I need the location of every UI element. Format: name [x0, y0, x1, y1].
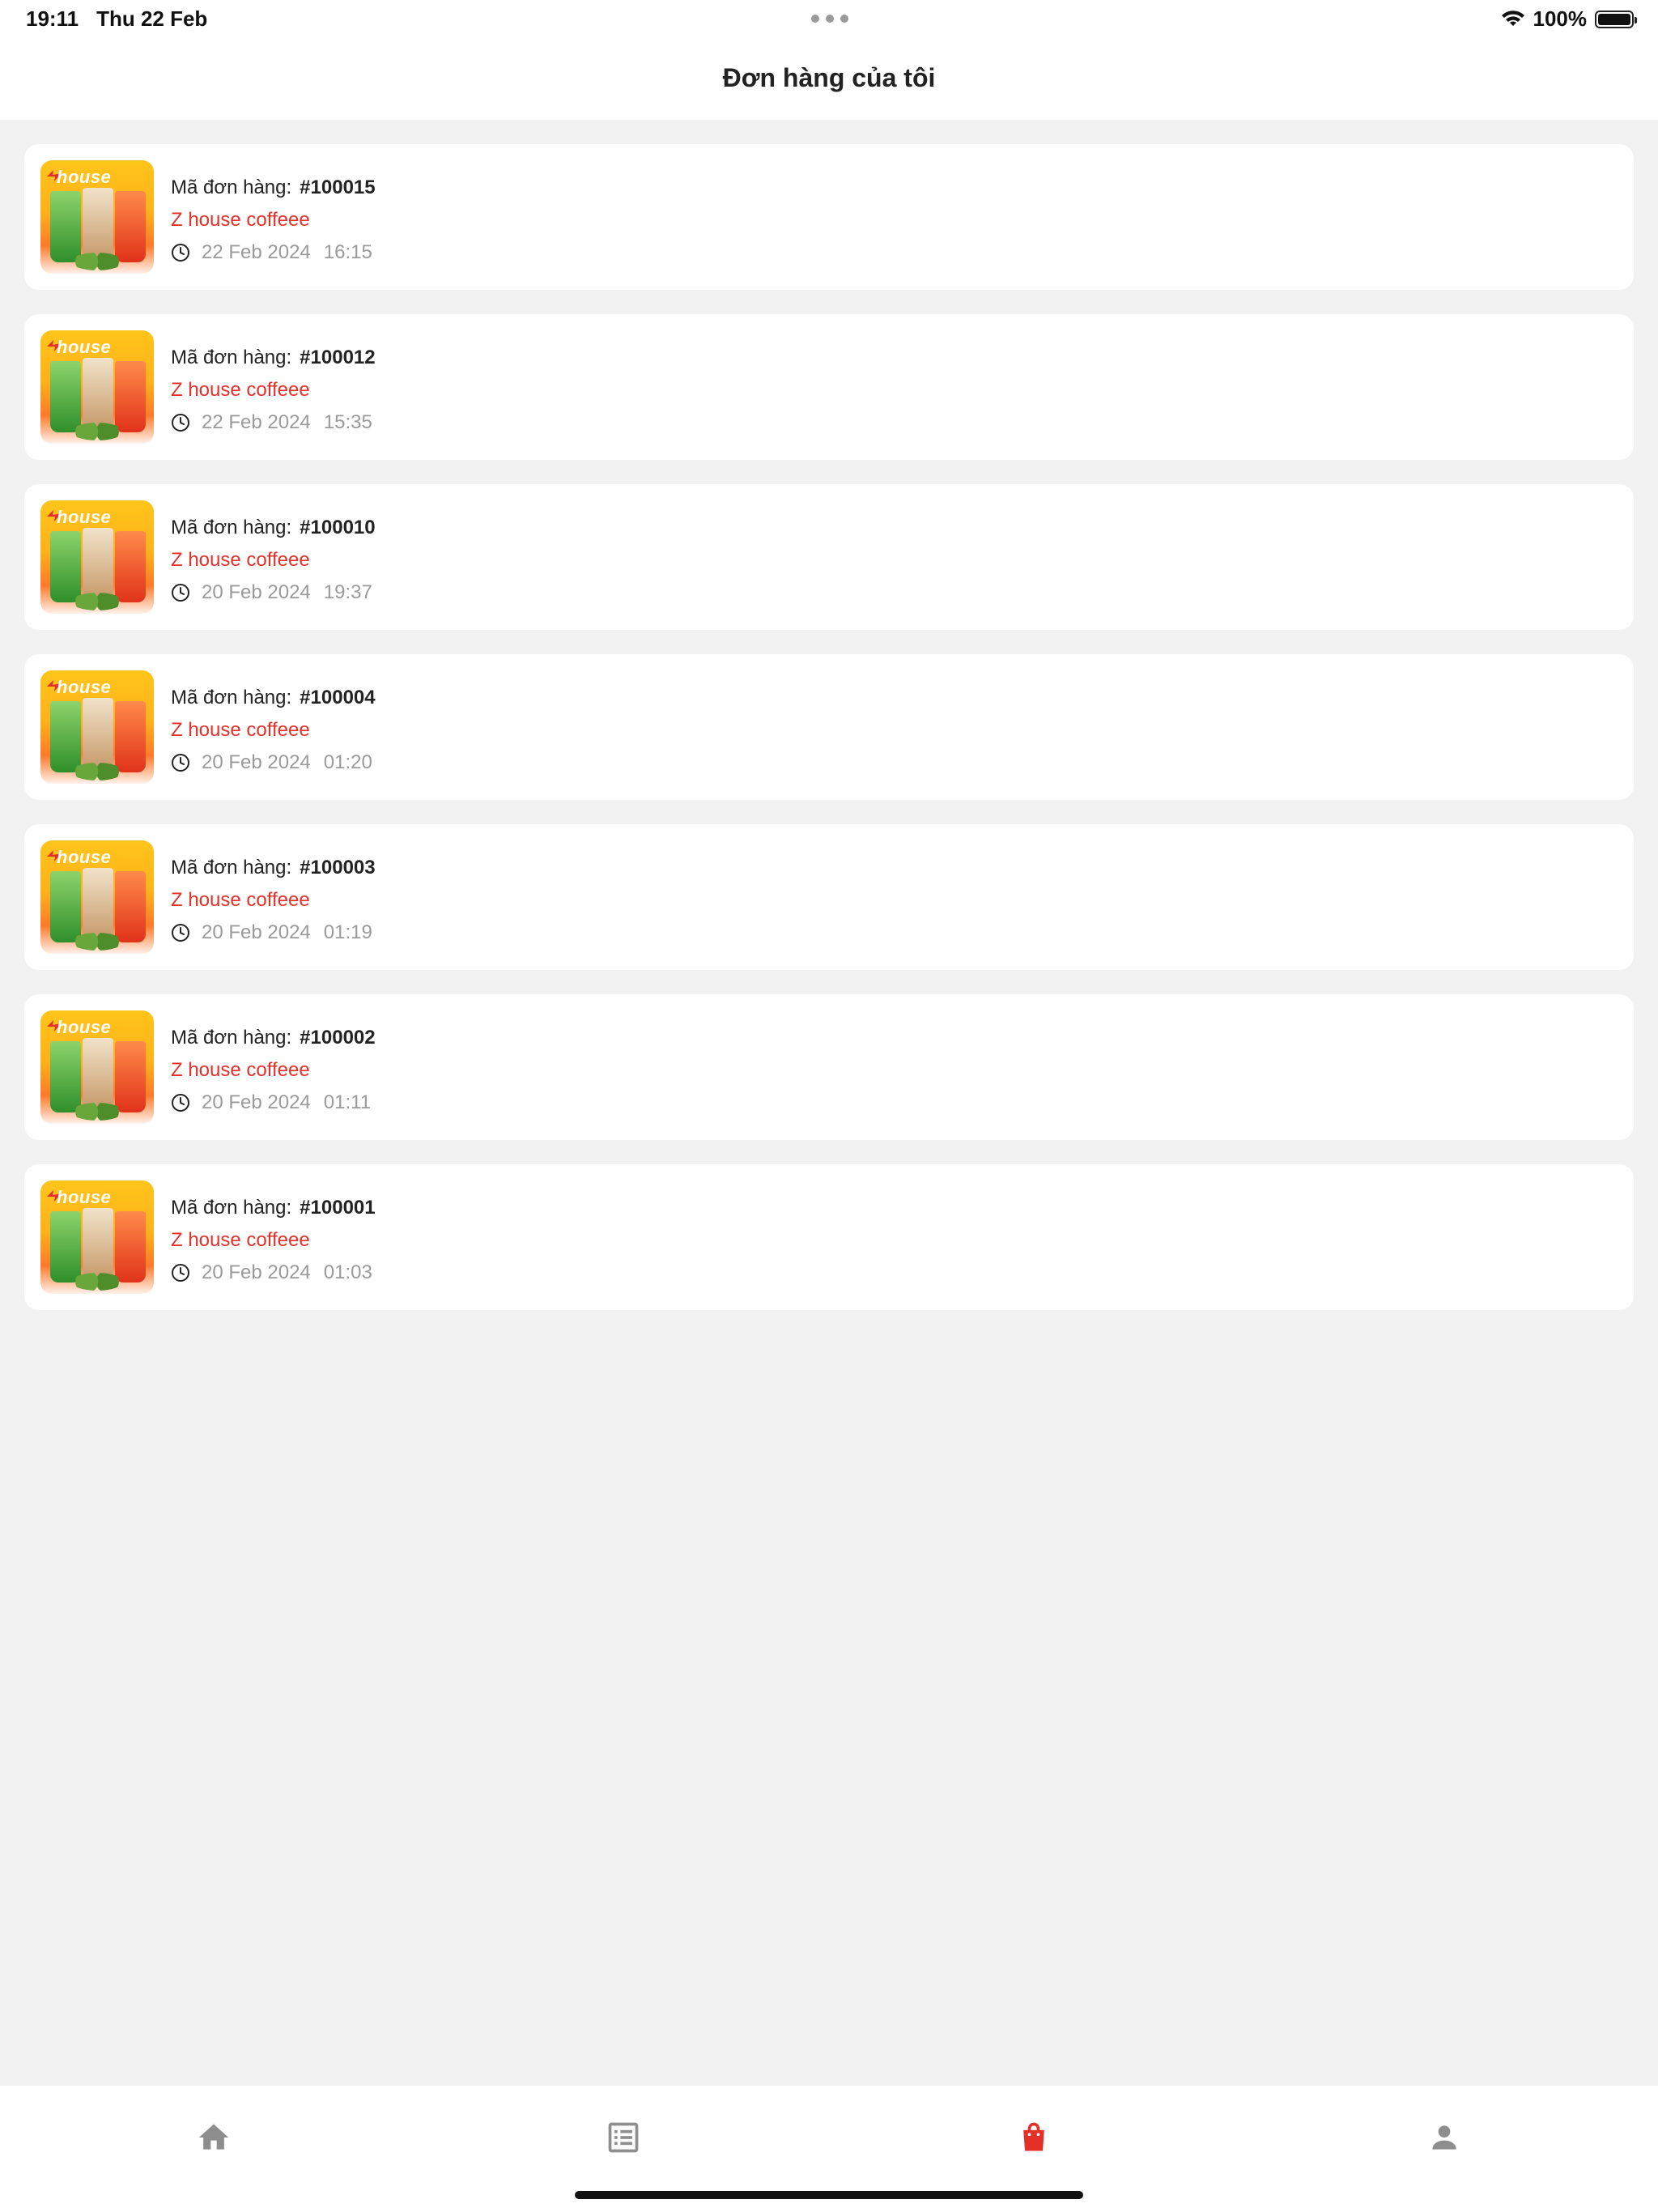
- order-time: 15:35: [323, 411, 372, 433]
- shopping-bag-icon: [1023, 2122, 1044, 2151]
- order-date: 20 Feb 2024: [202, 1261, 311, 1283]
- multitasking-dots[interactable]: [811, 15, 848, 23]
- order-card[interactable]: house Mã đơn hàng: #100012 Z house coffee…: [24, 314, 1634, 460]
- order-code: #100010: [300, 517, 376, 538]
- status-bar-right: 100%: [1501, 6, 1637, 32]
- clock-icon: [172, 754, 189, 772]
- order-time: 01:19: [323, 921, 372, 943]
- store-name: Z house coffeee: [171, 549, 310, 571]
- order-code-label: Mã đơn hàng:: [171, 347, 292, 368]
- order-card[interactable]: house Mã đơn hàng: #100001 Z house coffee…: [24, 1164, 1634, 1310]
- order-code: #100003: [300, 857, 376, 878]
- order-code: #100012: [300, 347, 376, 368]
- top-bar: 19:11 Thu 22 Feb 100% Đơn hàng của tôi: [0, 0, 1658, 120]
- list-icon: [608, 2122, 639, 2153]
- order-code: #100004: [300, 687, 376, 708]
- order-card[interactable]: house Mã đơn hàng: #100010 Z house coffee…: [24, 484, 1634, 630]
- order-code: #100015: [300, 177, 376, 198]
- order-thumbnail: house: [40, 1180, 154, 1294]
- status-date: Thu 22 Feb: [96, 6, 208, 31]
- order-thumbnail: house: [40, 1010, 154, 1124]
- store-name: Z house coffeee: [171, 1059, 310, 1081]
- order-code-label: Mã đơn hàng:: [171, 857, 292, 878]
- order-date: 22 Feb 2024: [202, 241, 311, 263]
- order-list: house Mã đơn hàng: #100015 Z house coffee…: [24, 144, 1634, 1334]
- clock-icon: [172, 1094, 189, 1112]
- order-code-label: Mã đơn hàng:: [171, 1197, 292, 1219]
- order-thumbnail: house: [40, 500, 154, 614]
- clock-icon: [172, 584, 189, 602]
- tab-menu[interactable]: [599, 2113, 648, 2162]
- order-thumbnail: house: [40, 330, 154, 444]
- clock-icon: [172, 1264, 189, 1282]
- order-card[interactable]: house Mã đơn hàng: #100004 Z house coffee…: [24, 654, 1634, 800]
- order-time: 19:37: [323, 581, 372, 603]
- order-code-label: Mã đơn hàng:: [171, 177, 292, 198]
- clock-icon: [172, 244, 189, 262]
- store-name: Z house coffeee: [171, 719, 310, 741]
- order-date: 20 Feb 2024: [202, 751, 311, 773]
- person-icon: [1432, 2125, 1456, 2150]
- page-title: Đơn hàng của tôi: [722, 63, 936, 92]
- battery-percent: 100%: [1533, 6, 1588, 31]
- order-code: #100002: [300, 1027, 376, 1049]
- order-date: 20 Feb 2024: [202, 921, 311, 943]
- wifi-icon: [1501, 10, 1524, 26]
- order-code-label: Mã đơn hàng:: [171, 687, 292, 708]
- home-icon: [198, 2124, 229, 2150]
- status-time: 19:11: [26, 6, 79, 31]
- order-date: 22 Feb 2024: [202, 411, 311, 433]
- order-card[interactable]: house Mã đơn hàng: #100003 Z house coffee…: [24, 824, 1634, 970]
- clock-icon: [172, 414, 189, 432]
- store-name: Z house coffeee: [171, 889, 310, 911]
- tab-orders[interactable]: [1010, 2113, 1058, 2162]
- store-name: Z house coffeee: [171, 1229, 310, 1251]
- order-thumbnail: house: [40, 840, 154, 954]
- order-card[interactable]: house Mã đơn hàng: #100002 Z house coffee…: [24, 994, 1634, 1140]
- order-time: 01:03: [323, 1261, 372, 1283]
- order-time: 01:20: [323, 751, 372, 773]
- order-code-label: Mã đơn hàng:: [171, 517, 292, 538]
- status-bar-left: 19:11 Thu 22 Feb: [26, 6, 207, 32]
- order-date: 20 Feb 2024: [202, 1091, 311, 1113]
- order-code: #100001: [300, 1197, 376, 1219]
- order-card[interactable]: house Mã đơn hàng: #100015 Z house coffee…: [24, 144, 1634, 290]
- order-thumbnail: house: [40, 670, 154, 784]
- clock-icon: [172, 924, 189, 942]
- store-name: Z house coffeee: [171, 379, 310, 401]
- order-thumbnail: house: [40, 160, 154, 274]
- order-time: 16:15: [323, 241, 372, 263]
- tab-account[interactable]: [1420, 2113, 1469, 2162]
- battery-icon: [1595, 10, 1637, 28]
- order-date: 20 Feb 2024: [202, 581, 311, 603]
- order-time: 01:11: [323, 1091, 372, 1113]
- tab-home[interactable]: [189, 2113, 238, 2162]
- store-name: Z house coffeee: [171, 209, 310, 231]
- home-indicator[interactable]: [575, 2191, 1083, 2199]
- order-code-label: Mã đơn hàng:: [171, 1027, 292, 1049]
